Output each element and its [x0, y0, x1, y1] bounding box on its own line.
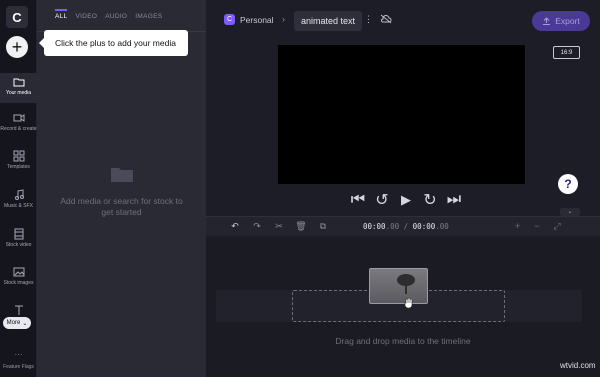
- more-label: More: [6, 320, 21, 326]
- scissors-icon[interactable]: ✂: [274, 221, 284, 231]
- chevron-down-icon: ⌄: [22, 320, 28, 327]
- workspace-crumb[interactable]: C Personal: [224, 14, 274, 25]
- folder-icon: [13, 78, 24, 87]
- sidebar: C + Your media Record & create Templates…: [0, 0, 37, 377]
- add-media-button[interactable]: +: [6, 36, 28, 58]
- forward-5-icon[interactable]: ↻: [423, 192, 436, 209]
- sidebar-item-templates[interactable]: Templates: [0, 150, 37, 174]
- empty-media-state: Add media or search for stock to get sta…: [37, 165, 206, 218]
- app-logo[interactable]: C: [6, 6, 28, 28]
- project-title-field[interactable]: animated text: [294, 11, 363, 31]
- ellipsis-icon[interactable]: ···: [0, 350, 37, 359]
- empty-folder-icon: [110, 168, 133, 182]
- playback-controls: ⏮ ↺ ▶ ↻ ⏭: [351, 191, 461, 209]
- sidebar-item-your-media[interactable]: Your media: [0, 73, 37, 103]
- time-separator: /: [399, 222, 413, 231]
- sidebar-item-label: Music & SFX: [4, 203, 33, 209]
- timeline-drop-text: Drag and drop media to the timeline: [335, 336, 471, 346]
- rewind-5-icon[interactable]: ↺: [375, 192, 388, 209]
- media-tabs: ALL VIDEO AUDIO IMAGES: [55, 9, 162, 20]
- text-icon: [14, 305, 23, 315]
- sidebar-item-label: Your media: [5, 90, 32, 96]
- collapse-preview-button[interactable]: ⌄: [560, 208, 580, 216]
- empty-media-text: Add media or search for stock to get sta…: [60, 196, 183, 218]
- tab-audio[interactable]: AUDIO: [105, 13, 127, 20]
- more-button[interactable]: More ⌄: [3, 317, 31, 329]
- music-icon: [14, 189, 24, 200]
- total-time: 00:00: [412, 222, 436, 231]
- tree-thumbnail-icon: [397, 274, 415, 294]
- hand-cursor-icon: [404, 297, 413, 309]
- tab-all[interactable]: ALL: [55, 9, 68, 20]
- cloud-off-icon: [380, 14, 392, 24]
- aspect-ratio-button[interactable]: 16:9: [553, 46, 580, 59]
- app-window: C + Your media Record & create Templates…: [0, 0, 600, 377]
- trash-icon[interactable]: 🗑: [295, 221, 306, 231]
- sidebar-item-label: Record & create: [0, 126, 37, 132]
- image-icon: [13, 267, 24, 277]
- breadcrumb-separator: ›: [282, 14, 285, 24]
- sidebar-item-stock-images[interactable]: Stock images: [0, 266, 37, 290]
- export-icon: [543, 16, 551, 25]
- export-button[interactable]: Export: [532, 11, 590, 31]
- video-preview: [278, 45, 525, 184]
- add-media-tooltip: Click the plus to add your media: [39, 30, 188, 56]
- sidebar-item-record-create[interactable]: Record & create: [0, 110, 37, 138]
- sidebar-item-stock-video[interactable]: Stock video: [0, 228, 37, 252]
- more-options-icon[interactable]: ⋮: [364, 14, 373, 25]
- current-time-frac: .00: [385, 222, 400, 231]
- camera-icon: [13, 114, 24, 122]
- skip-back-icon[interactable]: ⏮: [351, 191, 365, 208]
- watermark: wtvid.com: [560, 361, 596, 370]
- film-icon: [14, 228, 23, 240]
- tab-images[interactable]: IMAGES: [135, 13, 162, 20]
- sidebar-item-label: Stock images: [3, 280, 34, 286]
- workspace-badge: C: [224, 14, 235, 25]
- total-time-frac: .00: [435, 222, 449, 231]
- duplicate-icon[interactable]: ⧉: [318, 221, 328, 231]
- timeline-tools: ↶ ↷ ✂ 🗑 ⧉: [230, 221, 328, 231]
- sidebar-item-text[interactable]: [0, 304, 37, 316]
- tab-video[interactable]: VIDEO: [75, 13, 97, 20]
- feature-flags-label[interactable]: Feature Flags: [0, 364, 37, 370]
- zoom-controls: + − ⤢: [515, 221, 561, 232]
- sidebar-item-label: Stock video: [5, 242, 32, 248]
- fit-icon[interactable]: ⤢: [554, 221, 561, 232]
- templates-icon: [13, 150, 24, 162]
- timecode: 00:00.00 / 00:00.00: [363, 222, 449, 231]
- current-time: 00:00: [363, 222, 386, 231]
- play-icon[interactable]: ▶: [400, 192, 412, 207]
- help-button[interactable]: ?: [558, 174, 578, 194]
- workspace-label: Personal: [240, 14, 274, 25]
- undo-icon[interactable]: ↶: [230, 221, 240, 231]
- export-label: Export: [555, 16, 580, 26]
- skip-forward-icon[interactable]: ⏭: [447, 191, 461, 208]
- sidebar-item-music-sfx[interactable]: Music & SFX: [0, 189, 37, 213]
- redo-icon[interactable]: ↷: [252, 221, 262, 231]
- zoom-out-icon[interactable]: −: [534, 221, 539, 232]
- zoom-in-icon[interactable]: +: [515, 221, 520, 232]
- sidebar-item-label: Templates: [7, 164, 30, 170]
